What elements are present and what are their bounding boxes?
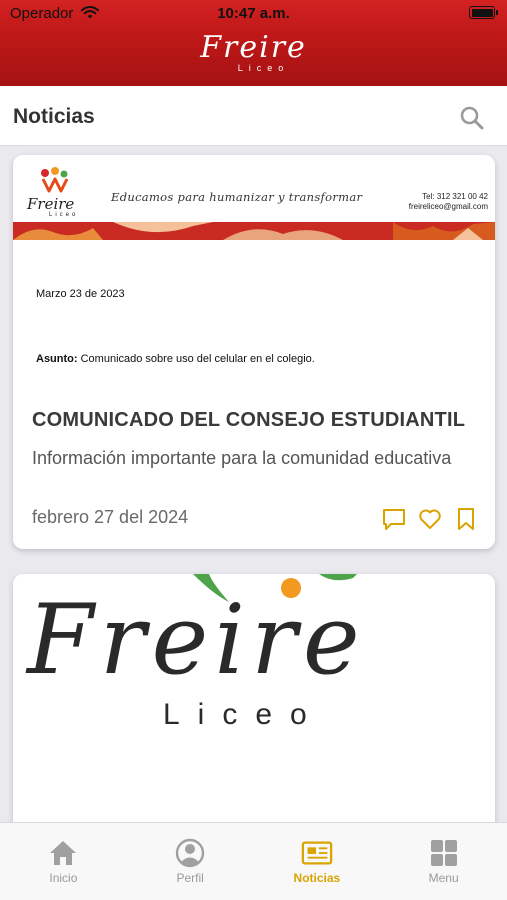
tab-noticias-label: Noticias [293, 871, 341, 885]
document-subject: Asunto: Comunicado sobre uso del celular… [36, 353, 315, 365]
letterhead-logo-sub: Liceo [49, 212, 79, 218]
app-header: Operador 10:47 a.m. Freire Liceo [0, 0, 507, 86]
home-icon [50, 841, 77, 865]
app-logo: Freire Liceo [0, 30, 507, 74]
tab-inicio-label: Inicio [49, 871, 78, 885]
tab-menu-label: Menu [428, 871, 459, 885]
tab-perfil[interactable]: Perfil [127, 823, 254, 900]
news-date: febrero 27 del 2024 [32, 507, 189, 527]
letterhead-logo-text: Freire [27, 195, 75, 213]
liceo-logo-icon [41, 167, 69, 193]
heart-icon[interactable] [417, 506, 443, 532]
comment-icon[interactable] [381, 506, 407, 532]
app-logo-sub: Liceo [237, 63, 290, 73]
page-title: Noticias [13, 105, 95, 128]
bookmark-icon[interactable] [453, 506, 479, 532]
search-icon[interactable] [459, 105, 485, 131]
battery-icon [469, 6, 498, 19]
logo-sub-text: Liceo [163, 698, 325, 731]
news-actions [381, 506, 479, 532]
letterhead-contact: Tel: 312 321 00 42 freireliceo@gmail.com [409, 192, 488, 212]
document-subject-label: Asunto: [36, 353, 78, 365]
news-title[interactable]: COMUNICADO DEL CONSEJO ESTUDIANTIL [32, 409, 465, 432]
tab-menu[interactable]: Menu [380, 823, 507, 900]
news-description: Información importante para la comunidad… [32, 448, 452, 468]
app-logo-main: Freire [200, 30, 307, 65]
newspaper-icon [301, 841, 333, 865]
logo-main-text: Freire [27, 584, 366, 696]
news-card[interactable]: Freire Liceo [13, 574, 495, 822]
profile-icon [175, 838, 205, 868]
news-card[interactable]: Freire Liceo Educamos para humanizar y t… [13, 155, 495, 549]
news-card-image: Freire Liceo [13, 574, 495, 822]
page-title-bar: Noticias [0, 86, 507, 146]
status-bar: Operador 10:47 a.m. [0, 0, 507, 28]
letterhead-color-band [13, 222, 495, 240]
letterhead-motto: Educamos para humanizar y transformar [111, 190, 363, 204]
grid-icon [430, 840, 457, 866]
tab-bar: Inicio Perfil Noticias Menu [0, 822, 507, 900]
news-card-image: Freire Liceo Educamos para humanizar y t… [13, 155, 495, 241]
letterhead-phone: Tel: 312 321 00 42 [422, 192, 488, 201]
tab-noticias[interactable]: Noticias [254, 823, 381, 900]
tab-perfil-label: Perfil [176, 871, 204, 885]
letterhead-email: freireliceo@gmail.com [408, 202, 488, 211]
clock: 10:47 a.m. [217, 5, 290, 22]
document-date: Marzo 23 de 2023 [36, 288, 125, 300]
news-feed[interactable]: Freire Liceo Educamos para humanizar y t… [0, 146, 507, 822]
document-subject-text: Comunicado sobre uso del celular en el c… [80, 353, 315, 365]
tab-inicio[interactable]: Inicio [0, 823, 127, 900]
